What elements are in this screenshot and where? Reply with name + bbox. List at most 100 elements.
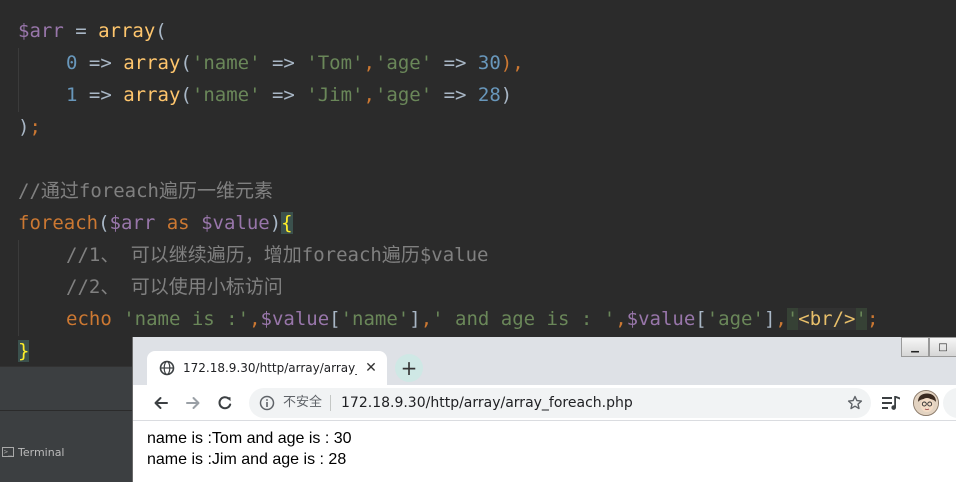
info-icon[interactable]	[259, 395, 275, 411]
code-line-8[interactable]: //2、 可以使用小标访问	[66, 271, 283, 303]
code-token: [	[695, 308, 707, 330]
code-token: ]	[763, 308, 776, 330]
code-token: (	[180, 84, 192, 106]
forward-arrow-icon	[186, 397, 200, 409]
code-token: (	[180, 52, 192, 74]
code-token: array	[123, 52, 181, 74]
code-token: array	[98, 20, 156, 42]
code-token: =>	[432, 84, 478, 106]
browser-window[interactable]: ▁ □ 172.18.9.30/http/array/array_fo ✕ +	[132, 337, 956, 482]
code-token: array	[123, 84, 181, 106]
terminal-label: Terminal	[18, 445, 65, 459]
code-token: 'age'	[706, 308, 764, 330]
window-controls: ▁ □	[901, 337, 956, 357]
indent-guide	[18, 240, 19, 336]
code-token: =>	[260, 84, 307, 106]
code-token: $arr	[109, 212, 156, 234]
code-line-9[interactable]: echo 'name is :',$value['name'],' and ag…	[66, 303, 878, 335]
code-token: (	[98, 212, 110, 234]
reload-icon	[218, 396, 232, 410]
code-token: )	[500, 84, 513, 106]
code-token: ]	[409, 308, 421, 330]
code-token: ,	[363, 84, 375, 106]
code-token: '	[855, 308, 867, 330]
code-token: 'name'	[191, 52, 261, 74]
code-token: =>	[77, 84, 124, 106]
code-token: echo	[66, 308, 112, 330]
code-token: $value	[626, 308, 696, 330]
code-comment: //通过foreach遍历一维元素	[18, 180, 273, 202]
browser-toolbar: 不安全 172.18.9.30/http/array/array_foreach…	[133, 385, 956, 421]
code-token: )	[269, 212, 282, 234]
code-line-2[interactable]: 0 => array('name' => 'Tom','age' => 30),	[66, 47, 524, 79]
reading-list-icon[interactable]	[881, 394, 901, 412]
code-token: =>	[432, 52, 478, 74]
code-token: 'age'	[374, 52, 433, 74]
minimize-button[interactable]: ▁	[901, 337, 929, 357]
not-secure-label[interactable]: 不安全	[283, 395, 332, 411]
back-button[interactable]	[147, 389, 175, 417]
code-token: ;	[29, 116, 41, 138]
output-line: name is :Tom and age is : 30	[147, 430, 352, 447]
address-bar[interactable]: 不安全 172.18.9.30/http/array/array_foreach…	[249, 388, 871, 418]
code-comment: //1、 可以继续遍历，增加foreach遍历$value	[66, 244, 489, 266]
terminal-icon: >_	[2, 447, 14, 457]
code-token: ' and age is : '	[432, 308, 616, 330]
code-token: 'name'	[191, 84, 261, 106]
code-token: =>	[77, 52, 124, 74]
code-token: )	[18, 116, 30, 138]
code-token: ,	[363, 52, 375, 74]
code-token: 1	[66, 84, 78, 106]
forward-button[interactable]	[179, 389, 207, 417]
star-icon[interactable]	[847, 395, 863, 411]
code-token: 'age'	[374, 84, 433, 106]
code-token: 0	[66, 52, 78, 74]
browser-tab[interactable]: 172.18.9.30/http/array/array_fo ✕	[147, 351, 387, 385]
code-token: ,	[249, 308, 261, 330]
code-token: 'Jim'	[306, 84, 364, 106]
code-token: foreach	[18, 212, 99, 234]
code-token: as	[155, 212, 202, 234]
code-line-10[interactable]: }	[18, 335, 30, 367]
code-token: ),	[500, 52, 524, 74]
code-line-4[interactable]: );	[18, 111, 41, 143]
indent-guide	[18, 48, 19, 112]
tab-close-button[interactable]: ✕	[363, 360, 379, 376]
code-token: 'name'	[340, 308, 410, 330]
code-token: ;	[866, 308, 879, 330]
code-token: $value	[201, 212, 270, 234]
html-tag-token: <br/>	[798, 308, 856, 330]
code-line-7[interactable]: //1、 可以继续遍历，增加foreach遍历$value	[66, 239, 488, 271]
reload-button[interactable]	[211, 389, 239, 417]
matched-brace: {	[281, 212, 293, 234]
code-line-6[interactable]: foreach($arr as $value){	[18, 207, 293, 239]
code-comment: //2、 可以使用小标访问	[66, 276, 283, 298]
page-content: name is :Tom and age is : 30 name is :Ji…	[133, 422, 956, 482]
terminal-tab[interactable]: >_ Terminal	[0, 440, 65, 464]
code-token: ,	[420, 308, 433, 330]
code-token: ,	[615, 308, 627, 330]
back-arrow-icon	[154, 397, 168, 409]
tab-title: 172.18.9.30/http/array/array_fo	[183, 361, 357, 375]
tab-strip: ▁ □ 172.18.9.30/http/array/array_fo ✕ +	[133, 337, 956, 385]
output-line: name is :Jim and age is : 28	[147, 451, 347, 468]
code-line-1[interactable]: $arr = array(	[18, 15, 167, 47]
code-token: ,	[775, 308, 787, 330]
code-line-5[interactable]: //通过foreach遍历一维元素	[18, 175, 273, 207]
profile-button[interactable]	[943, 388, 956, 418]
globe-icon	[159, 360, 175, 376]
code-token: (	[155, 20, 167, 42]
url-text[interactable]: 172.18.9.30/http/array/array_foreach.php	[341, 395, 633, 411]
code-token: $value	[260, 308, 330, 330]
maximize-button[interactable]: □	[929, 337, 956, 357]
code-token: [	[329, 308, 341, 330]
code-token: =	[63, 20, 99, 42]
new-tab-button[interactable]: +	[395, 354, 423, 382]
code-token: 30	[477, 52, 501, 74]
code-token: 'Tom'	[306, 52, 364, 74]
code-token: =>	[260, 52, 307, 74]
code-editor[interactable]: $arr = array( 0 => array('name' => 'Tom'…	[0, 0, 956, 366]
code-token: '	[786, 308, 799, 330]
code-line-3[interactable]: 1 => array('name' => 'Jim','age' => 28)	[66, 79, 512, 111]
avatar[interactable]	[913, 390, 939, 416]
